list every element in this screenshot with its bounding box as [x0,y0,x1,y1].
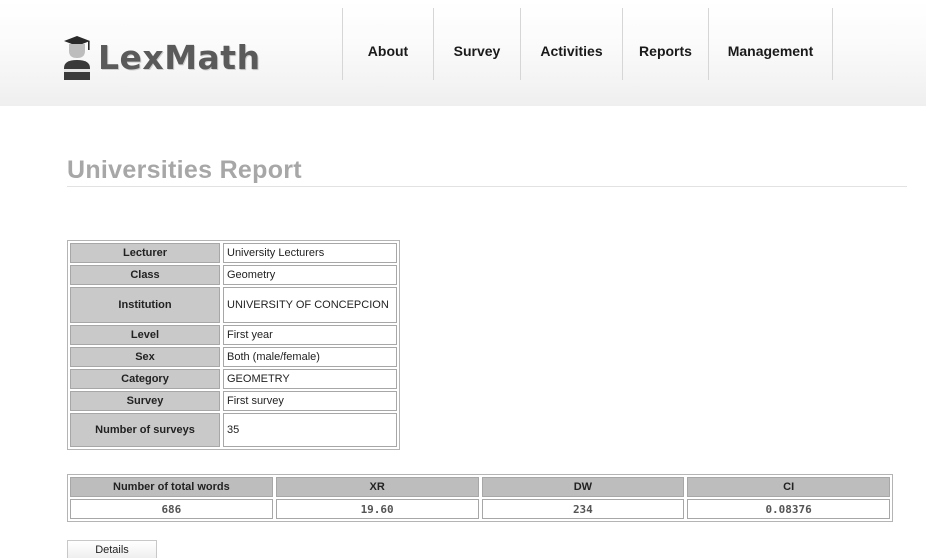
details-label: Survey [70,391,220,411]
details-label: Lecturer [70,243,220,263]
logo[interactable]: LexMath [62,34,261,80]
details-row-survey: Survey First survey [70,391,397,411]
details-label: Class [70,265,220,285]
summary-header-total-words: Number of total words [70,477,273,497]
details-value: First survey [223,391,397,411]
summary-header-xr: XR [275,477,479,497]
nav-activities[interactable]: Activities [521,8,623,80]
details-row-sex: Sex Both (male/female) [70,347,397,367]
details-value: 35 [223,413,397,447]
summary-header-dw: DW [481,477,685,497]
logo-text: LexMath [98,37,261,77]
details-value: University Lecturers [223,243,397,263]
details-label: Institution [70,287,220,323]
details-label: Category [70,369,220,389]
details-value: Both (male/female) [223,347,397,367]
details-value: GEOMETRY [223,369,397,389]
summary-value-dw: 234 [481,499,685,519]
nav-survey[interactable]: Survey [434,8,521,80]
summary-header-row: Number of total words XR DW CI [70,477,890,497]
graduate-icon [62,34,92,80]
details-row-institution: Institution UNIVERSITY OF CONCEPCION [70,287,397,323]
title-divider [67,186,907,187]
details-button[interactable]: Details [67,540,157,558]
summary-header-ci: CI [687,477,890,497]
details-label: Sex [70,347,220,367]
details-row-level: Level First year [70,325,397,345]
header: LexMath About Survey Activities Reports … [0,0,926,106]
details-row-number-of-surveys: Number of surveys 35 [70,413,397,447]
details-value: Geometry [223,265,397,285]
details-row-class: Class Geometry [70,265,397,285]
main-nav: About Survey Activities Reports Manageme… [342,8,833,80]
summary-value-ci: 0.08376 [687,499,890,519]
summary-value-xr: 19.60 [275,499,479,519]
details-label: Level [70,325,220,345]
report-details-table: Lecturer University Lecturers Class Geom… [67,240,400,450]
summary-value-row: 686 19.60 234 0.08376 [70,499,890,519]
details-value: UNIVERSITY OF CONCEPCION [223,287,397,323]
details-row-lecturer: Lecturer University Lecturers [70,243,397,263]
details-row-category: Category GEOMETRY [70,369,397,389]
nav-management[interactable]: Management [709,8,833,80]
page-title: Universities Report [67,156,302,184]
summary-value-total-words: 686 [70,499,273,519]
details-value: First year [223,325,397,345]
nav-reports[interactable]: Reports [623,8,709,80]
summary-table: Number of total words XR DW CI 686 19.60… [67,474,893,522]
nav-about[interactable]: About [343,8,434,80]
details-label: Number of surveys [70,413,220,447]
